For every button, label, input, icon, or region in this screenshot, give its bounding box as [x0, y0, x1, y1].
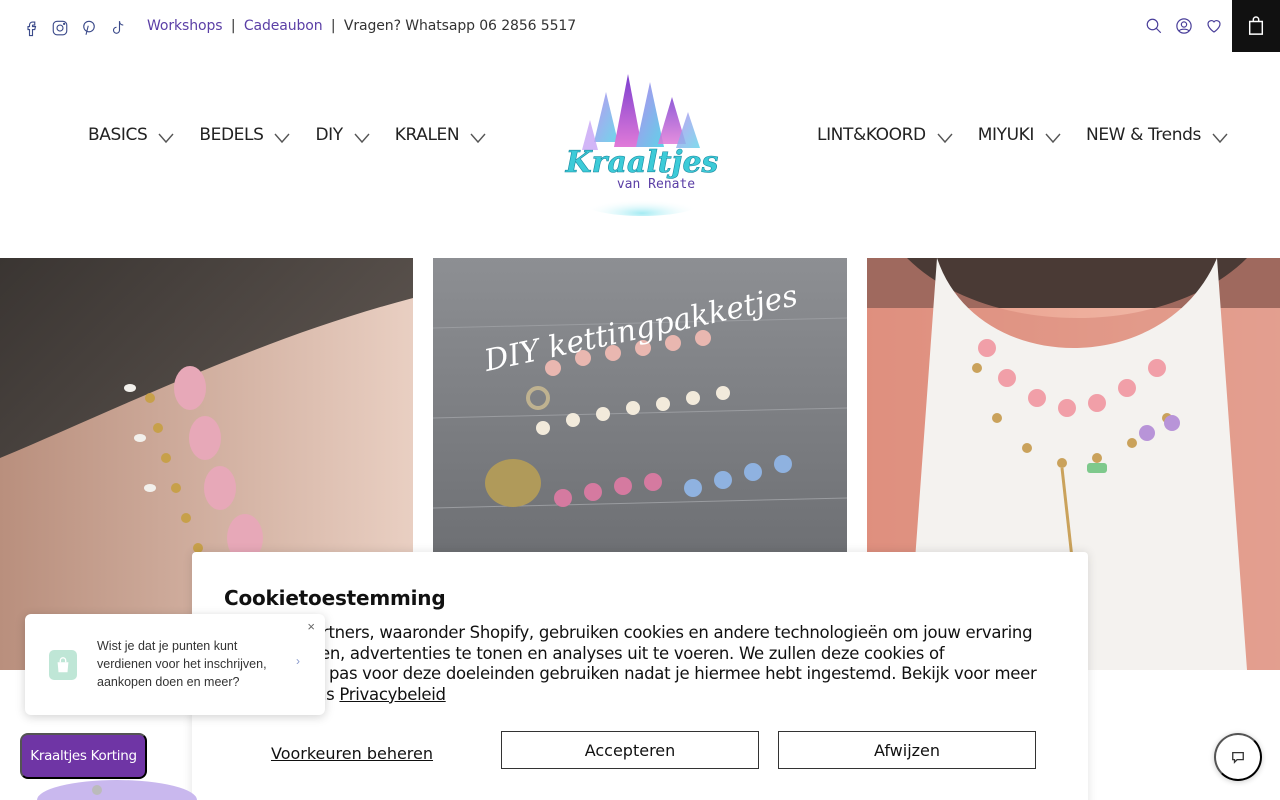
utility-icons — [1144, 16, 1224, 36]
close-icon[interactable]: × — [307, 619, 315, 634]
nav-label: BEDELS — [199, 125, 264, 145]
page: Workshops | Cadeaubon | Vragen? Whatsapp… — [0, 0, 1280, 800]
chevron-down-icon — [353, 129, 371, 144]
nav-item-bedels[interactable]: BEDELS — [199, 122, 291, 148]
cookie-text-line: en pas voor deze doeleinden gebruiken na… — [304, 664, 1037, 684]
next-row-preview — [37, 760, 197, 800]
site-logo[interactable]: Kraaltjes van Renate — [564, 62, 720, 218]
chevron-down-icon — [1044, 129, 1062, 144]
nav-item-lint-koord[interactable]: LINT&KOORD — [817, 122, 954, 148]
cookie-title: Cookietoestemming — [224, 586, 446, 610]
chat-button[interactable] — [1214, 733, 1262, 781]
nav-label: LINT&KOORD — [817, 125, 926, 145]
tiktok-icon[interactable] — [109, 18, 127, 38]
facebook-icon[interactable] — [22, 18, 40, 38]
top-bar: Workshops | Cadeaubon | Vragen? Whatsapp… — [0, 0, 1280, 52]
nav-label: KRALEN — [394, 125, 460, 145]
separator: | — [230, 18, 236, 34]
nav-label: MIYUKI — [977, 125, 1035, 145]
cadeaubon-link[interactable]: Cadeaubon — [244, 18, 323, 34]
nav-label: NEW & Trends — [1086, 125, 1201, 145]
logo-title: Kraaltjes — [565, 145, 719, 180]
instagram-icon[interactable] — [51, 18, 69, 38]
nav-item-new-trends[interactable]: NEW & Trends — [1086, 122, 1229, 148]
cart-icon — [1247, 16, 1265, 36]
main-nav-left: BASICS BEDELS DIY KRALEN — [88, 122, 511, 148]
accept-button[interactable]: Accepteren — [501, 731, 759, 769]
chevron-down-icon — [469, 129, 487, 144]
chevron-right-icon[interactable]: › — [296, 654, 300, 668]
nav-item-miyuki[interactable]: MIYUKI — [978, 122, 1062, 148]
shopping-bag-icon — [49, 650, 77, 680]
chevron-down-icon — [936, 129, 954, 144]
social-links — [22, 18, 127, 38]
wishlist-icon[interactable] — [1204, 16, 1224, 36]
account-icon[interactable] — [1174, 16, 1194, 36]
diy-kit-photo: DIY kettingpakketjes — [433, 258, 847, 552]
separator: | — [330, 18, 336, 34]
nav-item-diy[interactable]: DIY — [315, 122, 370, 148]
promo-tile-diy-kits[interactable]: DIY kettingpakketjes — [433, 258, 847, 552]
chat-icon — [1231, 750, 1245, 764]
chevron-down-icon — [157, 129, 175, 144]
nav-item-basics[interactable]: BASICS — [88, 122, 175, 148]
whatsapp-text: Vragen? Whatsapp 06 2856 5517 — [343, 18, 577, 34]
loyalty-message: Wist je dat je punten kunt verdienen voo… — [97, 639, 267, 689]
decline-button[interactable]: Afwijzen — [778, 731, 1036, 769]
logo-subtitle: van Renate — [617, 177, 695, 192]
nav-item-kralen[interactable]: KRALEN — [395, 122, 487, 148]
manage-preferences-button[interactable]: Voorkeuren beheren — [224, 734, 480, 772]
cookie-text-line: eren, advertenties te tonen en analyses … — [304, 643, 945, 663]
nav-label: BASICS — [88, 125, 148, 145]
privacy-policy-link[interactable]: Privacybeleid — [339, 685, 446, 704]
workshops-link[interactable]: Workshops — [147, 18, 223, 34]
search-icon[interactable] — [1144, 16, 1164, 36]
cookie-consent-banner: Cookietoestemming partners, waaronder Sh… — [192, 552, 1088, 800]
cart-button[interactable] — [1232, 0, 1280, 52]
cookie-text: partners, waaronder Shopify, gebruiken c… — [224, 623, 1054, 705]
cookie-text-line: partners, waaronder Shopify, gebruiken c… — [302, 623, 1033, 642]
main-nav-right: LINT&KOORD MIYUKI NEW & Trends — [817, 122, 1253, 148]
nav-label: DIY — [315, 125, 343, 145]
loyalty-popup: × Wist je dat je punten kunt verdienen v… — [25, 614, 325, 715]
chevron-down-icon — [273, 129, 291, 144]
announcement-bar: Workshops | Cadeaubon | Vragen? Whatsapp… — [147, 18, 576, 34]
pinterest-icon[interactable] — [80, 18, 98, 38]
logo-crystals: Kraaltjes van Renate — [564, 74, 719, 216]
chevron-down-icon — [1211, 129, 1229, 144]
